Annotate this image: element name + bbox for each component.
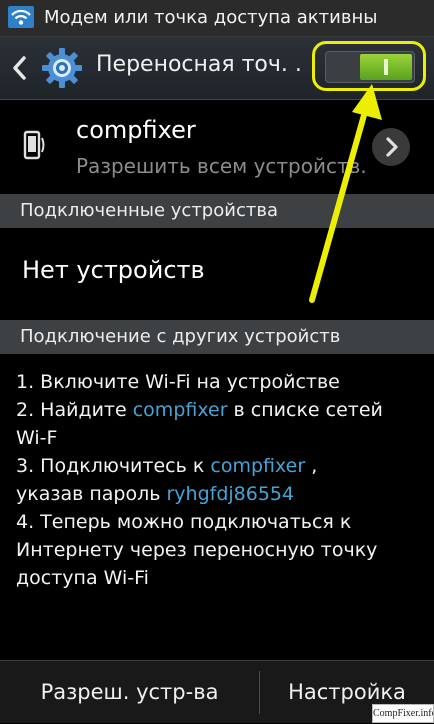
toggle-knob[interactable]	[360, 54, 412, 80]
chevron-left-icon[interactable]	[10, 55, 28, 81]
network-name-link: compfixer	[210, 455, 306, 477]
network-row[interactable]: compfixer Разрешить всем устройств.	[0, 100, 434, 194]
allowed-devices-button[interactable]: Разреш. устр-ва	[0, 661, 259, 724]
bottom-bar: Разреш. устр-ва Настройка	[0, 660, 434, 723]
status-bar: Модем или точка доступа активны	[0, 0, 434, 37]
instruction-line: 2. Найдите compfixer в списке сетей	[16, 399, 383, 421]
network-name-link: compfixer	[132, 399, 228, 421]
hotspot-toggle[interactable]	[325, 51, 415, 83]
toggle-on-mark	[384, 59, 388, 75]
watermark: CompFixer.info	[372, 704, 434, 723]
page-title: Переносная точ. .	[96, 52, 302, 77]
wifi-icon	[8, 6, 34, 28]
network-settings-button[interactable]	[372, 128, 410, 166]
network-name: compfixer	[76, 116, 196, 144]
chevron-right-icon	[386, 137, 398, 157]
instruction-line: доступа Wi-Fi	[16, 567, 149, 589]
instructions: 1. Включите Wi-Fi на устройстве 2. Найди…	[16, 368, 422, 592]
instruction-line: Интернету через переносную точку	[16, 539, 378, 561]
network-subtitle: Разрешить всем устройств.	[76, 154, 367, 178]
password-text: ryhgfdj86554	[166, 483, 295, 505]
section-header-connected: Подключенные устройства	[0, 194, 434, 228]
status-text: Модем или точка доступа активны	[44, 7, 378, 28]
no-devices-text: Нет устройств	[22, 256, 205, 284]
instruction-line: указав пароль ryhgfdj86554	[16, 483, 295, 505]
gear-icon[interactable]	[40, 46, 84, 90]
instruction-line: Wi-F	[16, 427, 58, 449]
phone-icon	[23, 130, 45, 160]
section-header-other-devices: Подключение с других устройств	[0, 320, 434, 354]
instruction-line: 1. Включите Wi-Fi на устройстве	[16, 371, 340, 393]
instruction-line: 4. Теперь можно подключаться к	[16, 511, 352, 533]
instruction-line: 3. Подключитесь к compfixer ,	[16, 455, 318, 477]
